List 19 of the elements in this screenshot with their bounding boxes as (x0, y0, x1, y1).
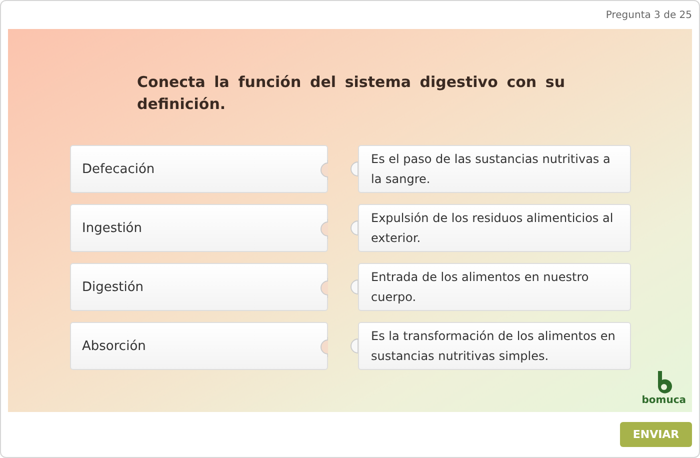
puzzle-tab-icon (348, 159, 358, 179)
definition-card[interactable]: Expulsión de los residuos alimenticios al exterior. (358, 204, 631, 252)
puzzle-tab-icon (348, 218, 358, 238)
puzzle-tab-icon (348, 336, 358, 356)
notch-icon (318, 219, 328, 239)
definition-card[interactable]: Es la transformación de los alimentos en sustancias nutritivas simples. (358, 322, 631, 370)
term-card[interactable]: Defecación (70, 145, 328, 193)
notch-icon (318, 337, 328, 357)
term-card[interactable]: Ingestión (70, 204, 328, 252)
question-text: Conecta la función del sistema digestivo con su definición. (137, 72, 565, 115)
notch-icon (318, 160, 328, 180)
question-counter: Pregunta 3 de 25 (606, 10, 692, 20)
term-card[interactable]: Digestión (70, 263, 328, 311)
definition-card[interactable]: Entrada de los alimentos en nuestro cuerpo. (358, 263, 631, 311)
definition-card[interactable]: Es el paso de las sustancias nutritivas a la sangre. (358, 145, 631, 193)
puzzle-tab-icon (348, 277, 358, 297)
logo-text: bomuca (642, 395, 686, 406)
term-card[interactable]: Absorción (70, 322, 328, 370)
notch-icon (318, 278, 328, 298)
